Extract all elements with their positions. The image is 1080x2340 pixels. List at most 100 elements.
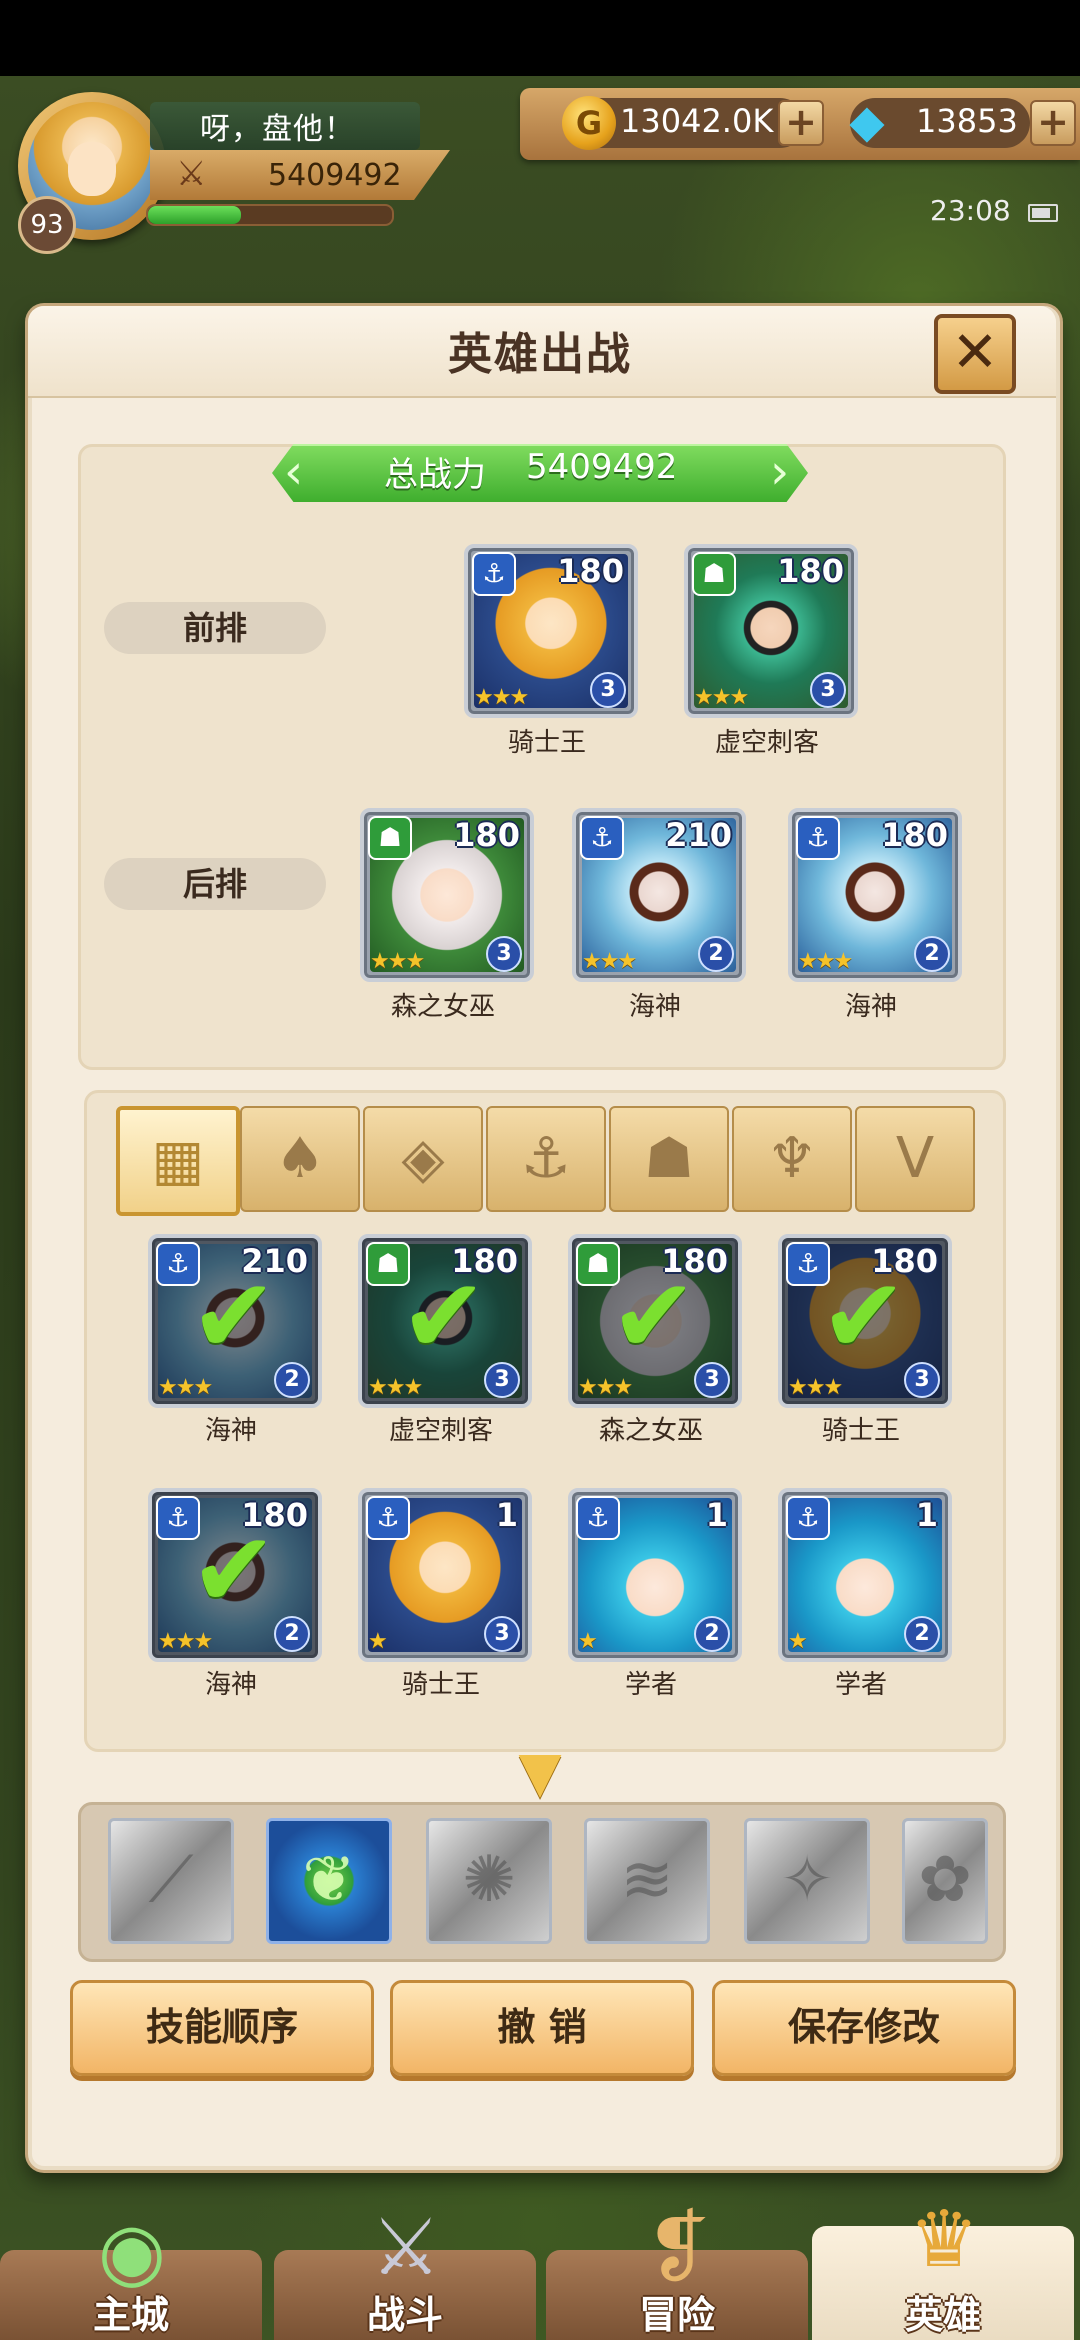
checkmark-icon: ✔ [610, 1255, 698, 1377]
nav-label-heroes: 英雄 [904, 2293, 981, 2337]
hero-stars: ★ [368, 1629, 388, 1654]
hero-stars: ★★★ [158, 1629, 213, 1654]
hero-stars: ★★★ [582, 949, 637, 974]
skill-slash-icon[interactable]: ⟋ [108, 1818, 234, 1944]
gold-coin-icon: G [562, 96, 616, 150]
skill-leaf-vortex-icon[interactable]: ❦ [266, 1818, 392, 1944]
roster-hero-card[interactable]: ⚓ 180 ★★★ 2 ✔ [148, 1488, 322, 1662]
lineup-back-slot-1[interactable]: ☗ 180 ★★★ 3 [360, 808, 534, 982]
player-level-badge: 93 [18, 196, 76, 254]
filter-wing-tab[interactable]: V [855, 1106, 975, 1212]
roster-hero-card[interactable]: ⚓ 1 ★ 2 [778, 1488, 952, 1662]
gem-icon: ◆ [849, 94, 885, 148]
clock: 23:08 [930, 194, 1011, 227]
checkmark-icon: ✔ [190, 1255, 278, 1377]
beast-icon: ☗ [368, 816, 412, 860]
hero-stars: ★★★ [694, 685, 749, 710]
leaf-icon: ♠ [274, 1126, 326, 1191]
roster-hero-card[interactable]: ⚓ 180 ★★★ 3 ✔ [778, 1234, 952, 1408]
filter-diamond-tab[interactable]: ◈ [363, 1106, 483, 1212]
hero-rank: 2 [274, 1616, 310, 1652]
hero-name: 森之女巫 [390, 992, 495, 1022]
hero-name: 虚空刺客 [388, 1416, 493, 1446]
hero-level: 180 [453, 816, 520, 854]
gem-value: 13853 [916, 102, 1018, 140]
hero-rank: 2 [904, 1616, 940, 1652]
crossed-swords-icon: ⚔ [176, 154, 207, 194]
anchor-icon: ⚓ [786, 1496, 830, 1540]
skill-beast-icon[interactable]: ✧ [744, 1818, 870, 1944]
hero-rank: 3 [590, 672, 626, 708]
exp-bar [146, 204, 394, 226]
undo-button[interactable]: 撤 销 [390, 1980, 694, 2076]
hero-rank: 3 [904, 1362, 940, 1398]
hero-name: 海神 [204, 1670, 257, 1700]
beast-icon: ☗ [692, 552, 736, 596]
hero-name: 海神 [628, 992, 681, 1022]
hero-stars: ★ [578, 1629, 598, 1654]
hero-rank: 2 [698, 936, 734, 972]
filter-anchor-tab[interactable]: ⚓ [486, 1106, 606, 1212]
hero-stars: ★★★ [474, 685, 529, 710]
nav-label-city: 主城 [92, 2293, 169, 2337]
checkmark-icon: ✔ [190, 1509, 278, 1631]
anchor-icon: ⚓ [580, 816, 624, 860]
hero-stars: ★★★ [370, 949, 425, 974]
hero-level: 1 [705, 1496, 728, 1534]
hero-name: 虚空刺客 [714, 728, 819, 758]
lineup-front-slot-1[interactable]: ⚓ 180 ★★★ 3 [464, 544, 638, 718]
hero-name: 海神 [844, 992, 897, 1022]
filter-leaf-tab[interactable]: ♠ [240, 1106, 360, 1212]
filter-demon-tab[interactable]: ♆ [732, 1106, 852, 1212]
hero-name: 骑士王 [821, 1416, 900, 1446]
lineup-back-slot-3[interactable]: ⚓ 180 ★★★ 2 [788, 808, 962, 982]
roster-hero-card[interactable]: ⚓ 210 ★★★ 2 ✔ [148, 1234, 322, 1408]
player-power: 5409492 [268, 158, 402, 193]
player-name: 呀，盘他！ [200, 112, 355, 147]
hero-name: 学者 [624, 1670, 677, 1700]
hero-stars: ★★★ [798, 949, 853, 974]
filter-beast-tab[interactable]: ☗ [609, 1106, 729, 1212]
grid-icon: ▦ [151, 1128, 205, 1193]
filter-all-tab[interactable]: ▦ [116, 1106, 240, 1216]
checkmark-icon: ✔ [400, 1255, 488, 1377]
chevron-left-icon: ‹ [284, 444, 304, 500]
add-gems-button[interactable]: + [1030, 100, 1076, 146]
skill-spirit-icon[interactable]: ✿ [902, 1818, 988, 1944]
hero-stars: ★★★ [578, 1375, 633, 1400]
front-row-label: 前排 [104, 602, 326, 654]
close-button[interactable]: ✕ [934, 314, 1016, 394]
beast-icon: ☗ [643, 1126, 695, 1191]
roster-hero-card[interactable]: ☗ 180 ★★★ 3 ✔ [358, 1234, 532, 1408]
expand-arrow-icon[interactable]: ▼ [502, 1745, 578, 1801]
skill-wave-icon[interactable]: ≋ [584, 1818, 710, 1944]
roster-hero-card[interactable]: ☗ 180 ★★★ 3 ✔ [568, 1234, 742, 1408]
chevron-right-icon: › [770, 444, 790, 500]
battery-icon [1028, 204, 1058, 222]
wing-icon: V [895, 1126, 935, 1191]
gold-value: 13042.0K [620, 102, 774, 140]
hero-helmet-icon: ♛ [909, 2195, 979, 2285]
skill-gear-icon[interactable]: ✺ [426, 1818, 552, 1944]
save-changes-button[interactable]: 保存修改 [712, 1980, 1016, 2076]
roster-hero-card[interactable]: ⚓ 1 ★ 2 [568, 1488, 742, 1662]
hero-rank: 3 [484, 1616, 520, 1652]
hero-rank: 3 [694, 1362, 730, 1398]
hero-level: 1 [495, 1496, 518, 1534]
add-gold-button[interactable]: + [778, 100, 824, 146]
hero-level: 180 [777, 552, 844, 590]
hero-stars: ★ [788, 1629, 808, 1654]
hero-rank: 3 [810, 672, 846, 708]
hero-rank: 2 [274, 1362, 310, 1398]
anchor-icon: ⚓ [796, 816, 840, 860]
hero-level: 1 [915, 1496, 938, 1534]
lineup-front-slot-2[interactable]: ☗ 180 ★★★ 3 [684, 544, 858, 718]
skill-order-button[interactable]: 技能顺序 [70, 1980, 374, 2076]
hero-name: 骑士王 [401, 1670, 480, 1700]
nav-label-battle: 战斗 [366, 2293, 443, 2337]
hero-name: 森之女巫 [598, 1416, 703, 1446]
hero-rank: 3 [484, 1362, 520, 1398]
lineup-back-slot-2[interactable]: ⚓ 210 ★★★ 2 [572, 808, 746, 982]
roster-hero-card[interactable]: ⚓ 1 ★ 3 [358, 1488, 532, 1662]
exp-fill [148, 206, 241, 224]
